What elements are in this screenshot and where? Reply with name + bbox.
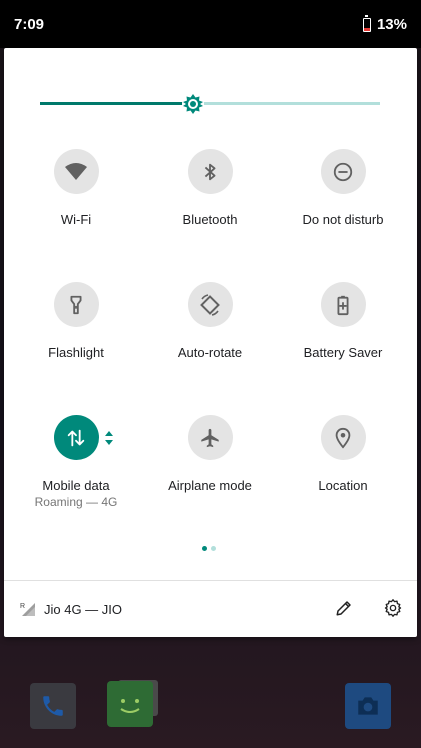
tile-airplane-mode[interactable]: Airplane mode (140, 415, 280, 493)
brightness-track-empty (193, 102, 380, 105)
mobile-data-icon (67, 429, 85, 446)
tile-label: Bluetooth (182, 212, 238, 227)
brightness-slider[interactable] (40, 91, 380, 117)
battery-percent: 13% (376, 16, 407, 33)
tile-wifi[interactable]: Wi-Fi (6, 149, 146, 227)
auto-rotate-icon (200, 293, 220, 316)
tile-label: Mobile data (42, 478, 110, 493)
tile-label: Airplane mode (168, 478, 252, 493)
brightness-track-filled (40, 102, 193, 105)
settings-button[interactable] (382, 597, 404, 619)
page-dot[interactable] (211, 546, 216, 551)
quick-settings-footer: R Jio 4G — JIO (4, 580, 417, 638)
status-bar: 7:09 13% (0, 0, 421, 48)
tile-airplane-circle[interactable] (187, 415, 233, 460)
tile-label: Do not disturb (302, 212, 384, 227)
tile-bluetooth[interactable]: Bluetooth (140, 149, 280, 227)
tile-sublabel: Roaming — 4G (34, 495, 118, 509)
data-activity-icon (105, 431, 113, 445)
airplane-icon (201, 428, 219, 447)
camera-app-icon[interactable] (345, 683, 391, 729)
tile-bluetooth-circle[interactable] (187, 149, 233, 194)
battery-saver-icon (337, 295, 349, 315)
wifi-icon (65, 162, 87, 180)
tile-do-not-disturb[interactable]: Do not disturb (273, 149, 413, 227)
tile-auto-rotate-circle[interactable] (187, 282, 233, 327)
tile-location-circle[interactable] (320, 415, 366, 460)
tile-mobile-data[interactable]: Mobile data Roaming — 4G (6, 415, 146, 509)
brightness-thumb-icon[interactable] (180, 91, 206, 117)
tile-flashlight[interactable]: Flashlight (6, 282, 146, 360)
edit-pencil-icon (336, 601, 351, 616)
tile-label: Wi-Fi (60, 212, 92, 227)
tile-battery-saver[interactable]: Battery Saver (273, 282, 413, 360)
roaming-indicator: R (20, 603, 25, 610)
gear-icon (384, 599, 402, 617)
bluetooth-icon (204, 163, 216, 180)
tile-wifi-circle[interactable] (53, 149, 99, 194)
page-dot-active[interactable] (202, 546, 207, 551)
status-battery: 13% (362, 14, 407, 33)
camera-icon (358, 697, 378, 715)
phone-app-icon[interactable] (30, 683, 76, 729)
tile-location[interactable]: Location (273, 415, 413, 493)
location-icon (335, 427, 351, 449)
battery-icon (362, 14, 371, 32)
tile-label: Flashlight (48, 345, 104, 360)
quick-settings-panel: Wi-Fi Bluetooth Do not disturb Flashligh… (4, 48, 417, 637)
phone-icon (43, 696, 63, 716)
tile-flashlight-circle[interactable] (53, 282, 99, 327)
tile-label: Auto-rotate (177, 345, 243, 360)
tile-label: Location (318, 478, 368, 493)
carrier-name: Jio 4G — JIO (44, 602, 123, 617)
tile-auto-rotate[interactable]: Auto-rotate (140, 282, 280, 360)
tile-mobile-data-circle[interactable] (53, 415, 99, 460)
tile-dnd-circle[interactable] (320, 149, 366, 194)
do-not-disturb-icon (333, 162, 353, 181)
flashlight-icon (70, 295, 82, 314)
tile-label: Battery Saver (303, 345, 383, 360)
edit-button[interactable] (333, 597, 355, 619)
status-time: 7:09 (14, 16, 45, 33)
roaming-signal-icon: R (20, 603, 35, 616)
page-indicator (202, 546, 216, 551)
messages-icon (120, 699, 140, 713)
tile-battery-saver-circle[interactable] (320, 282, 366, 327)
messages-app-icon[interactable] (107, 681, 153, 727)
